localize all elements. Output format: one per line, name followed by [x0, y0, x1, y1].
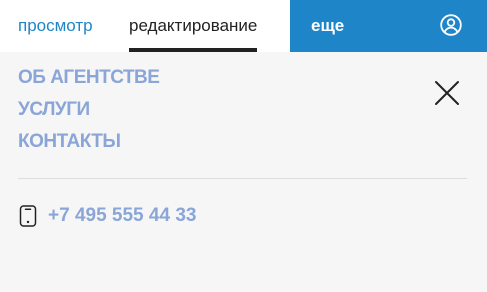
- tab-edit[interactable]: редактирование: [129, 0, 258, 52]
- active-tab-indicator: [129, 48, 258, 52]
- menu-item-about[interactable]: ОБ АГЕНТСТВЕ: [18, 66, 160, 98]
- user-icon[interactable]: [440, 14, 462, 36]
- close-icon[interactable]: [434, 80, 460, 106]
- more-menu-button[interactable]: еще: [290, 0, 487, 52]
- phone-icon: [19, 205, 37, 227]
- main-menu: ОБ АГЕНТСТВЕ УСЛУГИ КОНТАКТЫ: [18, 66, 160, 162]
- top-bar: просмотр редактирование еще: [0, 0, 487, 52]
- tab-view[interactable]: просмотр: [18, 0, 93, 52]
- more-label: еще: [311, 16, 345, 35]
- divider: [18, 178, 467, 179]
- menu-item-services[interactable]: УСЛУГИ: [18, 98, 159, 130]
- tab-edit-label: редактирование: [129, 16, 258, 35]
- menu-item-contacts[interactable]: КОНТАКТЫ: [18, 130, 159, 162]
- phone-number[interactable]: +7 495 555 44 33: [48, 204, 196, 228]
